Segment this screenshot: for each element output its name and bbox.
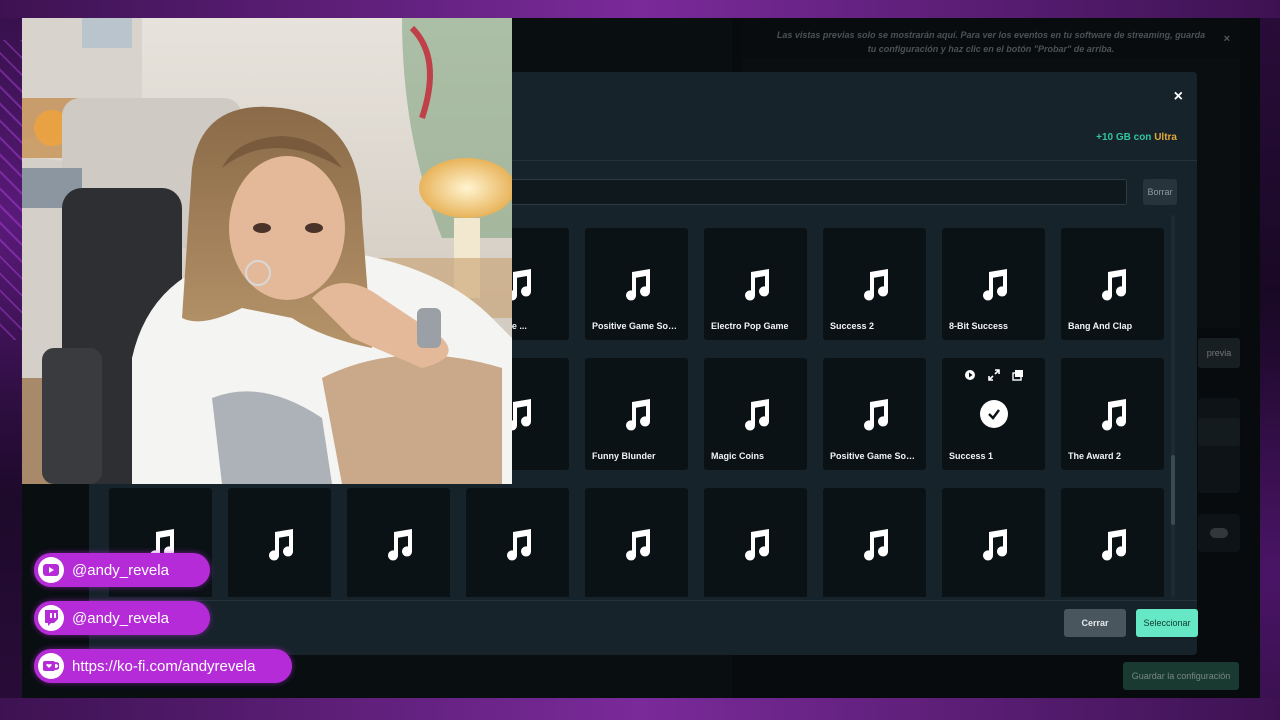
sound-tile[interactable]	[228, 488, 331, 597]
copy-icon[interactable]	[1011, 368, 1024, 381]
kofi-url: https://ko-fi.com/andyrevela	[72, 657, 256, 675]
music-note-icon	[977, 268, 1011, 302]
cancel-button[interactable]: Cerrar	[1064, 609, 1126, 637]
sound-name: 8-Bit Success	[949, 321, 1009, 331]
sound-tile[interactable]: The Award 2	[1061, 358, 1164, 470]
webcam-image	[22, 18, 512, 484]
sound-tile[interactable]: Positive Game Soun...	[823, 358, 926, 470]
expand-icon[interactable]	[987, 368, 1000, 381]
music-note-icon	[977, 528, 1011, 562]
sound-tile[interactable]	[942, 488, 1045, 597]
music-note-icon	[620, 398, 654, 432]
sound-tile[interactable]	[585, 488, 688, 597]
twitch-handle: @andy_revela	[72, 609, 169, 627]
sound-tile[interactable]: Funny Blunder	[585, 358, 688, 470]
ultra-upsell[interactable]: +10 GB con Ultra	[1096, 132, 1177, 143]
sound-name: Magic Coins	[711, 451, 765, 461]
music-note-icon	[739, 268, 773, 302]
sound-tile[interactable]: Positive Game Soun...	[585, 228, 688, 340]
sound-tile[interactable]: 8-Bit Success	[942, 228, 1045, 340]
sound-tile[interactable]: Electro Pop Game	[704, 228, 807, 340]
sound-tile[interactable]	[1061, 488, 1164, 597]
sound-tile[interactable]: Magic Coins	[704, 358, 807, 470]
sound-tile[interactable]: Success 1	[942, 358, 1045, 470]
kofi-icon	[38, 653, 64, 679]
music-note-icon	[739, 398, 773, 432]
ultra-storage-text: +10 GB con	[1096, 132, 1152, 143]
modal-footer-divider	[89, 600, 1197, 601]
modal-close-icon[interactable]: ×	[1174, 88, 1183, 106]
webcam-feed	[22, 18, 512, 484]
music-note-icon	[382, 528, 416, 562]
music-note-icon	[1096, 528, 1130, 562]
sound-grid-scrollbar[interactable]	[1171, 215, 1175, 597]
play-icon[interactable]	[964, 368, 976, 380]
twitch-social-pill: @andy_revela	[34, 601, 210, 635]
music-note-icon	[739, 528, 773, 562]
music-note-icon	[263, 528, 297, 562]
youtube-icon	[38, 557, 64, 583]
youtube-handle: @andy_revela	[72, 561, 169, 579]
kofi-social-pill: https://ko-fi.com/andyrevela	[34, 649, 292, 683]
clear-search-button[interactable]: Borrar	[1143, 179, 1177, 205]
tile-actions	[942, 368, 1045, 381]
sound-tile[interactable]	[466, 488, 569, 597]
music-note-icon	[858, 268, 892, 302]
overlay-decoration	[0, 40, 22, 340]
ultra-label: Ultra	[1154, 132, 1177, 143]
sound-name: Electro Pop Game	[711, 321, 789, 331]
sound-name: Positive Game Soun...	[592, 321, 682, 331]
twitch-icon	[38, 605, 64, 631]
music-note-icon	[858, 398, 892, 432]
sound-name: The Award 2	[1068, 451, 1122, 461]
selected-check-icon	[979, 400, 1008, 428]
sound-tile[interactable]	[704, 488, 807, 597]
scrollbar-thumb[interactable]	[1171, 455, 1175, 525]
sound-name: Success 2	[830, 321, 875, 331]
music-note-icon	[620, 268, 654, 302]
music-note-icon	[858, 528, 892, 562]
music-note-icon	[1096, 398, 1130, 432]
sound-tile[interactable]: Bang And Clap	[1061, 228, 1164, 340]
music-note-icon	[620, 528, 654, 562]
select-button[interactable]: Seleccionar	[1136, 609, 1198, 637]
sound-tile[interactable]	[823, 488, 926, 597]
sound-tile[interactable]	[347, 488, 450, 597]
sound-name: Success 1	[949, 451, 994, 461]
sound-tile[interactable]: Success 2	[823, 228, 926, 340]
sound-name: Bang And Clap	[1068, 321, 1133, 331]
sound-name: Positive Game Soun...	[830, 451, 920, 461]
sound-name: Funny Blunder	[592, 451, 656, 461]
overlay-top-bar	[0, 0, 1280, 18]
youtube-social-pill: @andy_revela	[34, 553, 210, 587]
music-note-icon	[1096, 268, 1130, 302]
overlay-bottom-bar	[0, 698, 1280, 720]
music-note-icon	[501, 528, 535, 562]
